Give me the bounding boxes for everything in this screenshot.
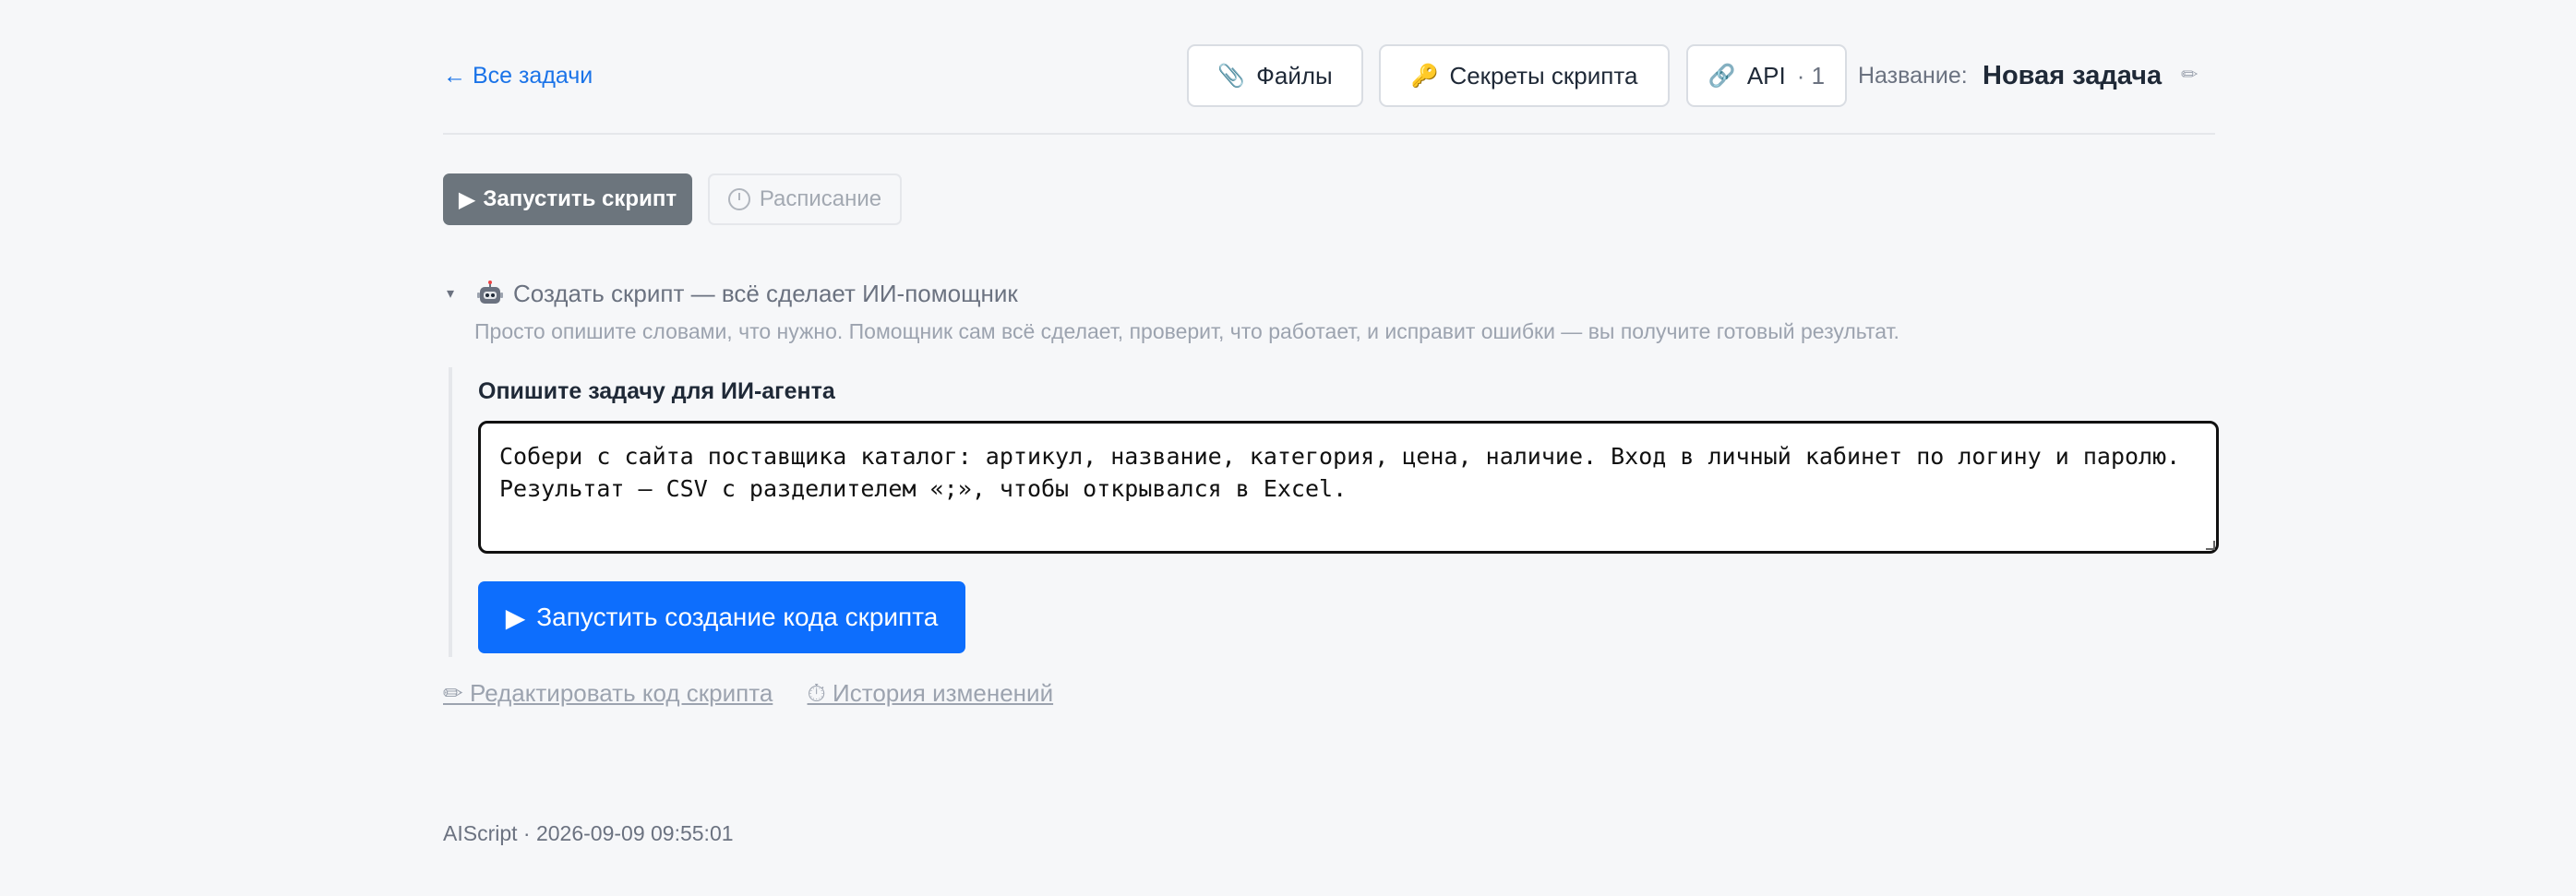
ai-section-description: Просто опишите словами, что нужно. Помощ…	[474, 319, 1899, 343]
collapse-caret-icon[interactable]: ▾	[447, 284, 454, 303]
resize-handle[interactable]	[2206, 541, 2215, 550]
schedule-label: Расписание	[759, 186, 882, 211]
clock-icon	[727, 188, 750, 210]
paperclip-icon: 📎	[1217, 63, 1246, 89]
back-to-tasks-link[interactable]: ← Все задачи	[443, 63, 593, 90]
run-script-label: Запустить скрипт	[483, 186, 677, 211]
key-icon: 🔑	[1410, 63, 1439, 89]
files-button[interactable]: 📎 Файлы	[1187, 44, 1363, 107]
pencil-icon[interactable]: ✏	[2181, 63, 2198, 87]
task-description-input[interactable]: Собери с сайта поставщика каталог: артик…	[478, 421, 2219, 554]
generate-script-button[interactable]: ▶ Запустить создание кода скрипта	[478, 581, 965, 653]
history-link[interactable]: ⏱ История изменений	[808, 679, 1054, 707]
task-description-label: Опишите задачу для ИИ-агента	[478, 378, 835, 404]
header-divider	[443, 133, 2215, 135]
ai-task-panel: Опишите задачу для ИИ-агента Собери с са…	[449, 367, 2219, 657]
api-button[interactable]: 🔗 API · 1	[1686, 44, 1847, 107]
footer: AIScript · 2026-09-09 09:55:01	[443, 821, 734, 845]
script-secrets-label: Секреты скрипта	[1449, 61, 1638, 90]
robot-icon	[477, 281, 503, 304]
link-icon: 🔗	[1707, 63, 1736, 89]
task-name-label: Название:	[1858, 63, 1968, 89]
schedule-button[interactable]: Расписание	[708, 173, 902, 225]
header: ← Все задачи 📎 Файлы 🔑 Секреты скрипта 🔗…	[443, 44, 2215, 109]
secondary-links: ✏ Редактировать код скрипта ⏱ История из…	[443, 679, 1081, 709]
play-icon: ▶	[458, 186, 476, 212]
ai-section-title: Создать скрипт — всё сделает ИИ-помощник	[513, 280, 1018, 307]
run-script-button[interactable]: ▶ Запустить скрипт	[443, 173, 692, 225]
script-secrets-button[interactable]: 🔑 Секреты скрипта	[1379, 44, 1670, 107]
api-count-badge: · 1	[1796, 61, 1826, 90]
api-label: API	[1746, 61, 1786, 90]
edit-code-link[interactable]: ✏ Редактировать код скрипта	[443, 679, 773, 707]
files-button-label: Файлы	[1256, 61, 1333, 90]
task-name-value[interactable]: Новая задача	[1983, 61, 2162, 91]
play-icon: ▶	[505, 603, 526, 632]
generate-script-label: Запустить создание кода скрипта	[536, 603, 939, 631]
